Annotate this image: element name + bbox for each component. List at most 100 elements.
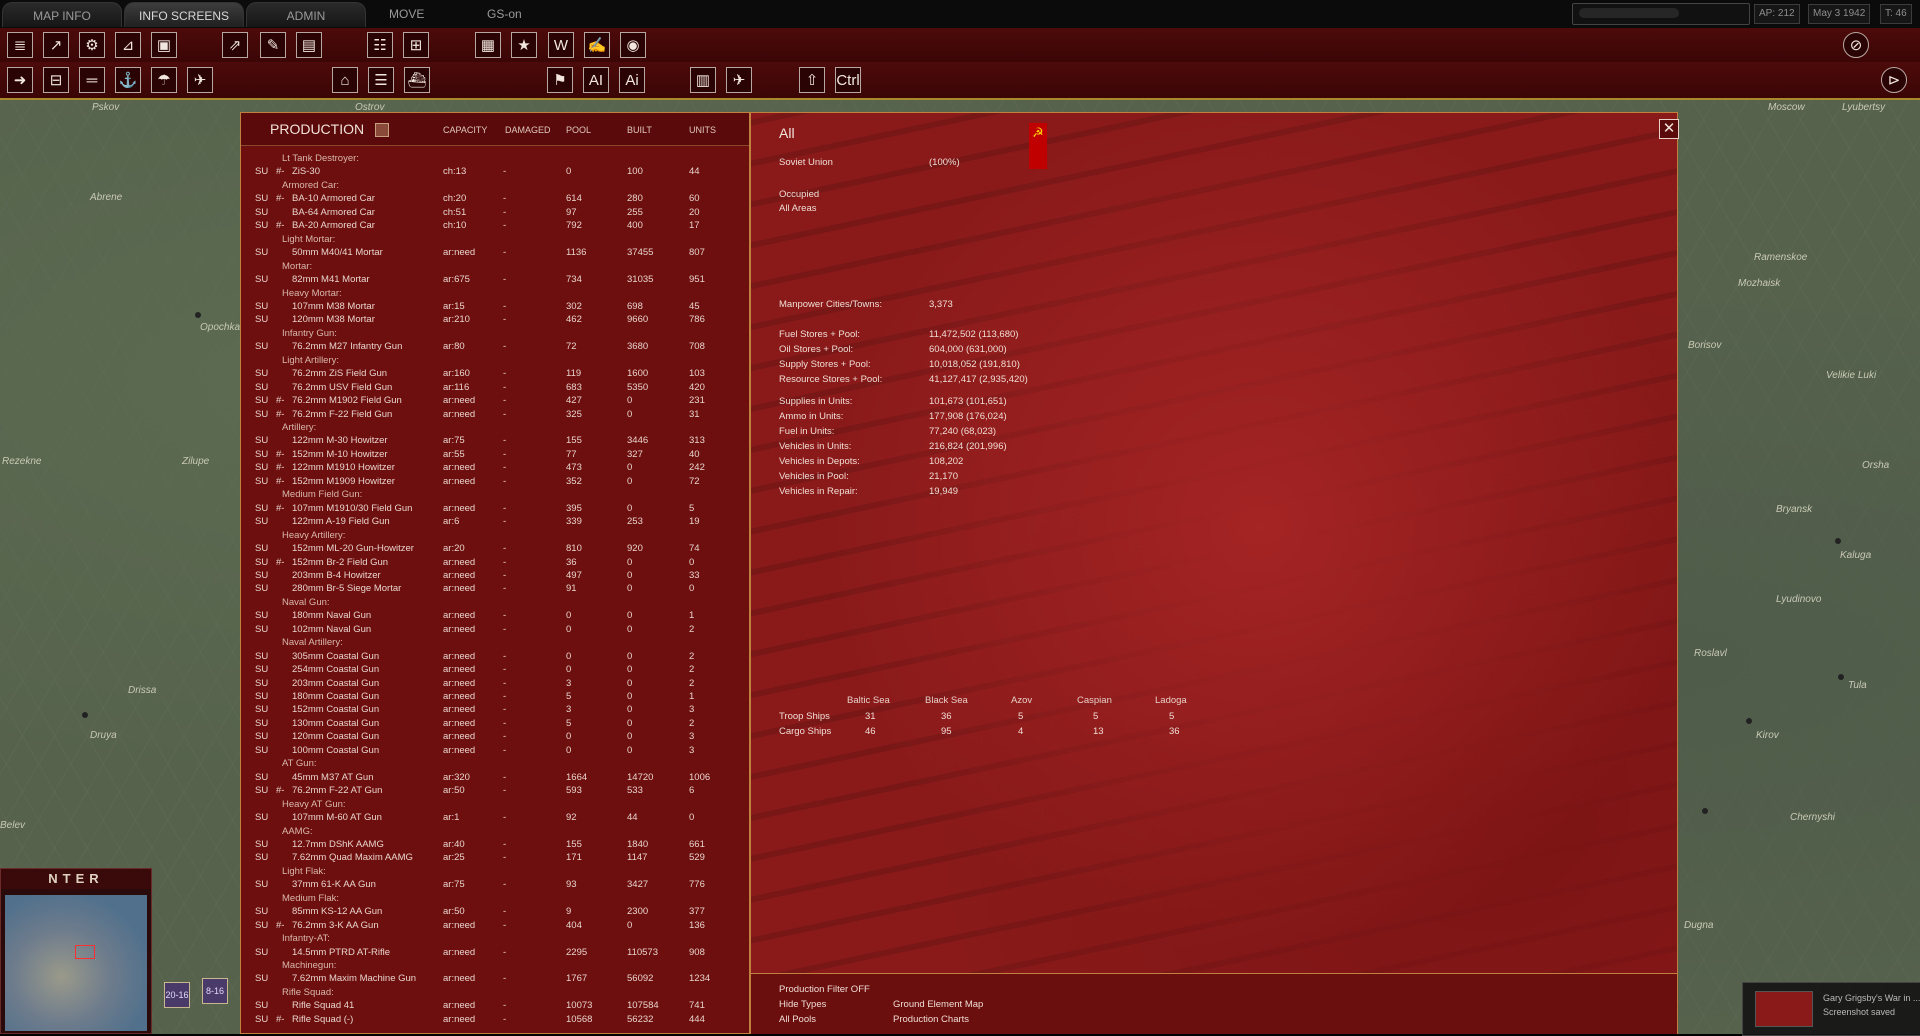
edit-icon[interactable]: ✎ (260, 32, 286, 58)
photo-icon[interactable]: ◉ (620, 32, 646, 58)
production-row[interactable]: SU ar:15 - 302 698 45 107mm M38 Mortar (241, 301, 749, 314)
w-icon[interactable]: W (548, 32, 574, 58)
production-row[interactable]: SU ar:need - 0 0 1 180mm Naval Gun (241, 610, 749, 623)
col-damaged[interactable]: DAMAGED (505, 125, 551, 135)
production-row[interactable]: SU ar:160 - 119 1600 103 76.2mm ZiS Field Gun (241, 368, 749, 381)
production-row[interactable]: SU ar:75 - 93 3427 776 37mm 61-K AA Gun (241, 879, 749, 892)
next-turn-icon[interactable]: ⊳ (1881, 67, 1907, 93)
rail-icon[interactable]: ═ (79, 67, 105, 93)
production-row[interactable]: SU #- ch:10 - 792 400 17 BA-20 Armored Car (241, 220, 749, 233)
graph-icon[interactable]: ⊿ (115, 32, 141, 58)
production-row[interactable]: SU ar:need - 1767 56092 1234 7.62mm Maxim Mach… (241, 973, 749, 986)
building-icon[interactable]: ▥ (690, 67, 716, 93)
col-capacity[interactable]: CAPACITY (443, 125, 487, 135)
production-row[interactable]: SU ar:20 - 810 920 74 152mm ML-20 Gun-Howitzer (241, 543, 749, 556)
minimap-view[interactable] (5, 895, 147, 1031)
production-row[interactable]: SU #- ar:50 - 593 533 6 76.2mm F-22 AT Gun (241, 785, 749, 798)
ctrl-icon[interactable]: Ctrl (835, 67, 861, 93)
production-row[interactable]: SU ar:need - 10073 107584 741 Rifle Squad 41 (241, 1000, 749, 1013)
production-row[interactable]: SU ar:need - 0 0 2 102mm Naval Gun (241, 624, 749, 637)
production-row[interactable]: SU ar:need - 5 0 2 130mm Coastal Gun (241, 718, 749, 731)
hide-types-toggle[interactable]: Hide Types (779, 999, 826, 1010)
production-row[interactable]: SU ar:6 - 339 253 19 122mm A-19 Field Gun (241, 516, 749, 529)
production-row[interactable]: SU #- ch:13 - 0 100 44 ZiS-30 (241, 166, 749, 179)
production-row[interactable]: SU ar:320 - 1664 14720 1006 45mm M37 AT Gun (241, 772, 749, 785)
minimap[interactable]: NTER (0, 868, 152, 1034)
plane-icon[interactable]: ✈ (726, 67, 752, 93)
flag-icon[interactable]: ⚑ (547, 67, 573, 93)
col-built[interactable]: BUILT (627, 125, 652, 135)
report-icon[interactable]: ≣ (7, 32, 33, 58)
production-row[interactable]: SU #- ar:need - 10568 56232 444 Rifle Squad (-) (241, 1014, 749, 1027)
air-icon[interactable]: ✈ (187, 67, 213, 93)
production-row[interactable]: SU ar:80 - 72 3680 708 76.2mm M27 Infantry Gun (241, 341, 749, 354)
production-row[interactable]: SU ar:need - 0 0 3 120mm Coastal Gun (241, 731, 749, 744)
production-row[interactable]: SU ar:1 - 92 44 0 107mm M-60 AT Gun (241, 812, 749, 825)
production-row[interactable]: SU ar:need - 91 0 0 280mm Br-5 Siege Mortar (241, 583, 749, 596)
production-row[interactable]: SU ar:need - 0 0 2 254mm Coastal Gun (241, 664, 749, 677)
production-row[interactable]: SU #- ch:20 - 614 280 60 BA-10 Armored Car (241, 193, 749, 206)
airborne-icon[interactable]: ☂ (151, 67, 177, 93)
signature-icon[interactable]: ✍ (584, 32, 610, 58)
col-units[interactable]: UNITS (689, 125, 716, 135)
grid-icon[interactable]: ▦ (475, 32, 501, 58)
production-row[interactable]: SU ar:need - 0 0 3 100mm Coastal Gun (241, 745, 749, 758)
production-row[interactable]: SU ar:75 - 155 3446 313 122mm M-30 Howitzer (241, 435, 749, 448)
production-row[interactable]: SU #- ar:55 - 77 327 40 152mm M-10 Howitzer (241, 449, 749, 462)
production-row[interactable]: SU ar:40 - 155 1840 661 12.7mm DShK AAMG (241, 839, 749, 852)
status-search-box[interactable] (1572, 3, 1750, 25)
hq-icon[interactable]: ⌂ (332, 67, 358, 93)
arrow-right-icon[interactable]: ➜ (7, 67, 33, 93)
gear-icon[interactable]: ⚙ (79, 32, 105, 58)
production-row[interactable]: SU ar:25 - 171 1147 529 7.62mm Quad Maxim AAMG (241, 852, 749, 865)
tab-admin[interactable]: ADMIN (246, 2, 366, 27)
ai-icon[interactable]: AI (583, 67, 609, 93)
production-row[interactable]: SU #- ar:need - 473 0 242 122mm M1910 Howitzer (241, 462, 749, 475)
no-entry-icon[interactable]: ⊘ (1843, 32, 1869, 58)
document-icon[interactable]: ▤ (296, 32, 322, 58)
production-row[interactable]: SU #- ar:need - 395 0 5 107mm M1910/30 Field Gu… (241, 503, 749, 516)
production-charts-link[interactable]: Production Charts (893, 1014, 969, 1025)
production-filter-toggle[interactable]: Production Filter OFF (779, 984, 870, 995)
col-pool[interactable]: POOL (566, 125, 591, 135)
unit-counter[interactable]: 8-16 (202, 978, 228, 1004)
unit-list-icon[interactable]: ☷ (367, 32, 393, 58)
tab-info-screens[interactable]: INFO SCREENS (124, 2, 244, 27)
occupied-label[interactable]: Occupied (779, 189, 819, 200)
production-row[interactable]: SU ar:need - 5 0 1 180mm Coastal Gun (241, 691, 749, 704)
production-row[interactable]: SU #- ar:need - 352 0 72 152mm M1909 Howitzer (241, 476, 749, 489)
production-row[interactable]: SU ar:210 - 462 9660 786 120mm M38 Mortar (241, 314, 749, 327)
production-row[interactable]: SU #- ar:need - 427 0 231 76.2mm M1902 Field Gu… (241, 395, 749, 408)
list-icon[interactable]: ☰ (368, 67, 394, 93)
minimap-viewport[interactable] (75, 945, 95, 959)
production-row[interactable]: SU #- ar:need - 325 0 31 76.2mm F-22 Field Gun (241, 409, 749, 422)
production-row[interactable]: SU #- ar:need - 36 0 0 152mm Br-2 Field Gun (241, 557, 749, 570)
production-row[interactable]: SU ar:need - 2295 110573 908 14.5mm PTRD AT-Ri… (241, 947, 749, 960)
production-row[interactable]: SU ar:need - 3 0 3 152mm Coastal Gun (241, 704, 749, 717)
naval-icon[interactable]: ⚓ (115, 67, 141, 93)
arrow-up-right-icon[interactable]: ⇗ (222, 32, 248, 58)
production-row[interactable]: SU ar:need - 0 0 2 305mm Coastal Gun (241, 651, 749, 664)
screenshot-notification[interactable]: Gary Grigsby's War in ... Screenshot sav… (1742, 982, 1920, 1036)
filter-icon[interactable] (375, 123, 389, 137)
production-row[interactable]: SU ar:50 - 9 2300 377 85mm KS-12 AA Gun (241, 906, 749, 919)
production-row[interactable]: SU ar:116 - 683 5350 420 76.2mm USV Field Gun (241, 382, 749, 395)
production-row[interactable]: SU ch:51 - 97 255 20 BA-64 Armored Car (241, 207, 749, 220)
ground-element-map-link[interactable]: Ground Element Map (893, 999, 983, 1010)
up-icon[interactable]: ⇧ (799, 67, 825, 93)
all-areas-label[interactable]: All Areas (779, 203, 817, 214)
production-row[interactable]: SU ar:need - 497 0 33 203mm B-4 Howitzer (241, 570, 749, 583)
tab-map-info[interactable]: MAP INFO (2, 2, 122, 27)
ship-icon[interactable]: ⛴ (404, 67, 430, 93)
unit-counter[interactable]: 20-16 (164, 982, 190, 1008)
production-row[interactable]: SU ar:need - 1136 37455 807 50mm M40/41 Mortar (241, 247, 749, 260)
train-icon[interactable]: ⊟ (43, 67, 69, 93)
ai-alt-icon[interactable]: Ai (619, 67, 645, 93)
formation-icon[interactable]: ⊞ (403, 32, 429, 58)
camera-icon[interactable]: ▣ (151, 32, 177, 58)
star-icon[interactable]: ★ (511, 32, 537, 58)
chart-up-icon[interactable]: ↗ (43, 32, 69, 58)
tab-gs-on[interactable]: GS-on (487, 0, 522, 28)
close-button[interactable]: ✕ (1659, 119, 1679, 139)
tab-move[interactable]: MOVE (389, 0, 424, 28)
